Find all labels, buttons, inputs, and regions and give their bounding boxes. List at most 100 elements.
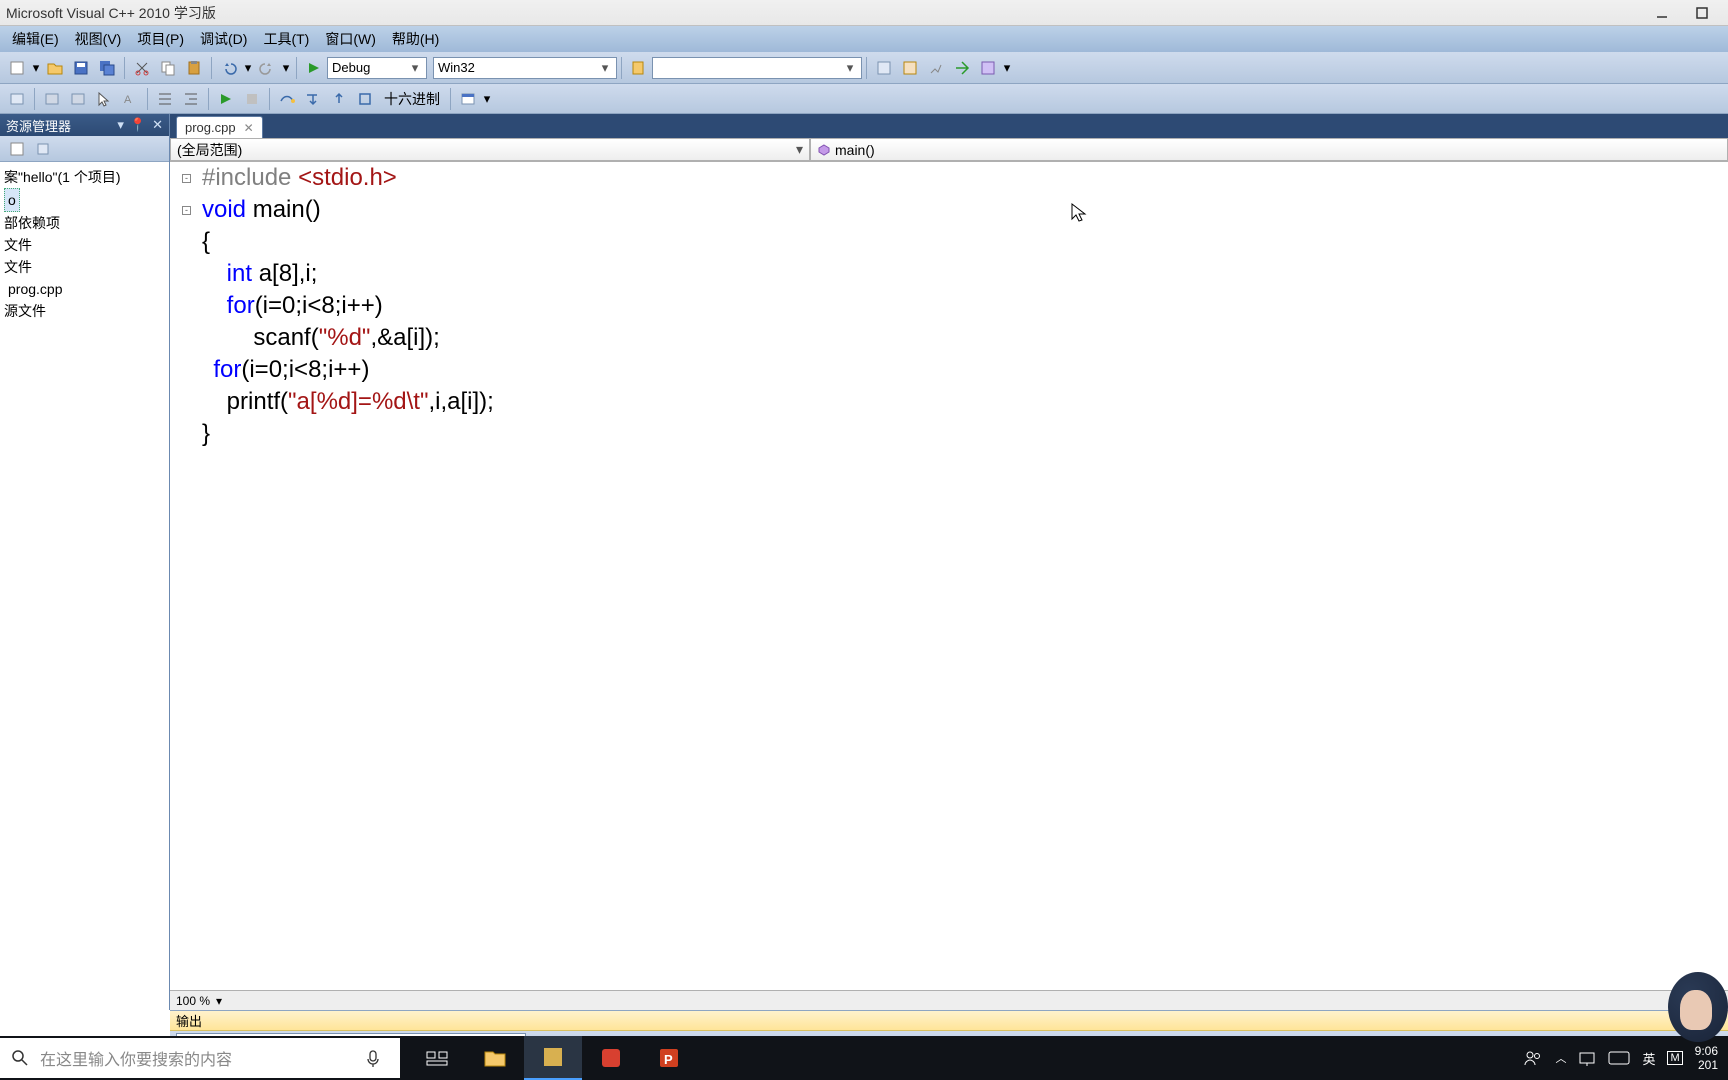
window-icon[interactable] [456,87,480,111]
code-editor[interactable]: -#include <stdio.h> -void main() { int a… [170,162,1728,990]
dbgbar-overflow-icon[interactable]: ▾ [482,87,492,111]
breakpoint-icon[interactable] [5,87,29,111]
solution-explorer-title: 资源管理器 [6,116,71,135]
copy-icon[interactable] [156,56,180,80]
svg-text:P: P [664,1052,673,1067]
show-all-icon[interactable] [31,137,55,161]
task-view-icon[interactable] [408,1036,466,1080]
save-icon[interactable] [69,56,93,80]
mouse-cursor-icon [1070,202,1088,224]
powerpoint-app-icon[interactable]: P [640,1036,698,1080]
step-into-icon[interactable] [301,87,325,111]
step-over-icon[interactable] [275,87,299,111]
search-placeholder: 在这里输入你要搜索的内容 [40,1046,366,1070]
tool-icon-1[interactable] [872,56,896,80]
redo-icon[interactable] [255,56,279,80]
menu-debug[interactable]: 调试(D) [192,27,255,51]
navigation-bar: (全局范围)▾ main() [170,138,1728,162]
tab-close-icon[interactable]: ✕ [244,121,254,135]
zoom-combo[interactable]: 100 %▾ [176,994,222,1008]
tray-expand-icon[interactable]: ︿ [1555,1050,1566,1066]
outdent-icon[interactable] [179,87,203,111]
explorer-app-icon[interactable] [466,1036,524,1080]
platform-label: Win32 [438,60,475,75]
new-project-icon[interactable] [5,56,29,80]
hex-label[interactable]: 十六进制 [378,89,446,109]
network-icon[interactable] [1578,1050,1596,1066]
solution-explorer: 资源管理器 ▾ 📍 ✕ 案"hello"(1 个项目) o 部依赖项 文件 文件… [0,114,170,1010]
find-in-files-icon[interactable] [627,56,651,80]
start-debug-icon[interactable] [302,56,326,80]
minimize-button[interactable] [1642,2,1682,24]
pin-icon[interactable]: 📍 [130,117,146,133]
solution-node[interactable]: 案"hello"(1 个项目) [4,166,165,188]
tree-node-files1[interactable]: 文件 [4,234,165,256]
project-node[interactable]: o [4,188,20,212]
cursor-icon[interactable] [92,87,116,111]
solution-tree[interactable]: 案"hello"(1 个项目) o 部依赖项 文件 文件 prog.cpp 源文… [0,162,169,326]
menu-view[interactable]: 视图(V) [67,27,130,51]
close-panel-icon[interactable]: ✕ [152,117,163,133]
maximize-button[interactable] [1682,2,1722,24]
step-icon[interactable] [353,87,377,111]
undo-icon[interactable] [217,56,241,80]
member-combo[interactable]: main() [810,138,1728,161]
editor-tab-prog[interactable]: prog.cpp ✕ [176,116,263,138]
step-out-icon[interactable] [327,87,351,111]
title-bar: Microsoft Visual C++ 2010 学习版 [0,0,1728,26]
ime-mode-icon[interactable]: M [1667,1051,1682,1065]
taskbar-search[interactable]: 在这里输入你要搜索的内容 [0,1038,400,1078]
open-icon[interactable] [43,56,67,80]
redo-drop-icon[interactable]: ▾ [281,56,291,80]
platform-combo[interactable]: Win32▾ [433,57,617,79]
taskbar-apps: P [408,1036,698,1080]
main-area: 资源管理器 ▾ 📍 ✕ 案"hello"(1 个项目) o 部依赖项 文件 文件… [0,114,1728,1010]
editor-area: prog.cpp ✕ (全局范围)▾ main() -#include <std… [170,114,1728,1010]
tool-icon-4[interactable] [950,56,974,80]
stop-icon[interactable] [240,87,264,111]
menu-tools[interactable]: 工具(T) [255,27,317,51]
cut-icon[interactable] [130,56,154,80]
properties-icon[interactable] [5,137,29,161]
panel-dropdown-icon[interactable]: ▾ [117,117,124,133]
tree-node-deps[interactable]: 部依赖项 [4,212,165,234]
explorer-toolbar [0,136,169,162]
people-icon[interactable] [1523,1049,1543,1067]
ime-label[interactable]: 英 [1642,1049,1655,1068]
clock-time: 9:06 [1695,1044,1718,1058]
member-label: main() [835,142,875,158]
keyboard-icon[interactable] [1608,1051,1630,1065]
method-icon [817,143,831,157]
undo-drop-icon[interactable]: ▾ [243,56,253,80]
dbg-icon-3[interactable]: A [118,87,142,111]
system-tray: ︿ 英 M 9:06 201 [1523,1044,1728,1072]
mic-icon[interactable] [366,1049,400,1067]
tree-node-prog[interactable]: prog.cpp [4,278,165,300]
tool-icon-3[interactable] [924,56,948,80]
vs-app-icon[interactable] [524,1036,582,1080]
menu-edit[interactable]: 编辑(E) [4,27,67,51]
webcam-overlay [1668,972,1728,1042]
tree-node-source[interactable]: 源文件 [4,300,165,322]
scope-combo[interactable]: (全局范围)▾ [170,138,810,161]
find-combo[interactable]: ▾ [652,57,862,79]
dbg-icon-1[interactable] [40,87,64,111]
tool-icon-5[interactable] [976,56,1000,80]
app-icon-red[interactable] [582,1036,640,1080]
tree-node-files2[interactable]: 文件 [4,256,165,278]
menu-window[interactable]: 窗口(W) [317,27,384,51]
output-header[interactable]: 输出 [170,1011,1728,1031]
dbg-icon-2[interactable] [66,87,90,111]
menu-project[interactable]: 项目(P) [129,27,192,51]
toolbar-overflow-icon[interactable]: ▾ [1002,56,1012,80]
dropdown-icon[interactable]: ▾ [31,56,41,80]
config-combo[interactable]: Debug▾ [327,57,427,79]
tab-label: prog.cpp [185,120,236,135]
save-all-icon[interactable] [95,56,119,80]
run-icon[interactable] [214,87,238,111]
tool-icon-2[interactable] [898,56,922,80]
indent-icon[interactable] [153,87,177,111]
menu-help[interactable]: 帮助(H) [384,27,447,51]
paste-icon[interactable] [182,56,206,80]
clock[interactable]: 9:06 201 [1695,1044,1718,1072]
